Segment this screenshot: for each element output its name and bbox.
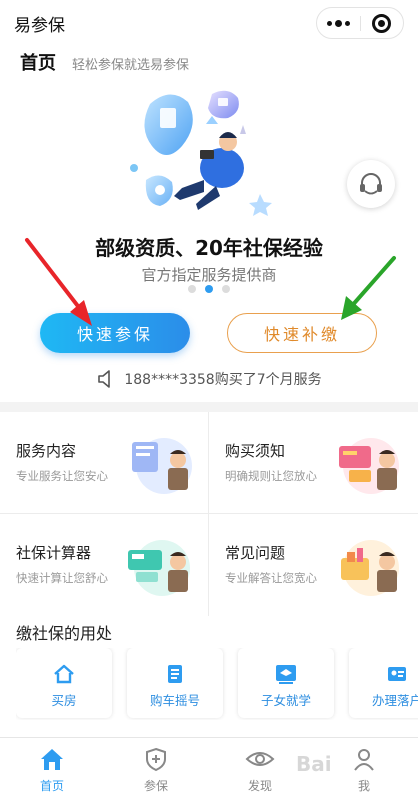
notice-text: 188****3358购买了7个月服务: [124, 372, 322, 388]
page-header: 首页 轻松参保就选易参保: [0, 46, 418, 76]
banner-title: 部级资质、20年社保经验: [95, 236, 323, 260]
use-card-school[interactable]: 子女就学: [238, 648, 334, 718]
document-icon: [168, 665, 182, 683]
mini-program-capsule: [316, 7, 404, 39]
carousel-dot[interactable]: [222, 285, 230, 293]
banner-illustration[interactable]: [100, 84, 300, 236]
service-desc: 明确规则让您放心: [225, 469, 317, 483]
faq-illustration: [341, 540, 399, 596]
purchase-notice: 188****3358购买了7个月服务: [0, 366, 418, 392]
calculator-illustration: [128, 540, 190, 596]
use-card-house[interactable]: 买房: [16, 648, 112, 718]
uses-section-title: 缴社保的用处: [16, 624, 113, 643]
user-icon: [354, 749, 374, 771]
more-options-icon[interactable]: [317, 8, 360, 38]
home-icon: [41, 749, 63, 770]
shield-plus-icon: [146, 747, 166, 772]
tab-insure[interactable]: 参保: [104, 744, 208, 799]
grid-divider-horizontal: [0, 513, 418, 514]
speaker-icon: [98, 370, 111, 388]
uses-list: 买房 购车摇号 子女就学 办理落户: [16, 648, 418, 720]
service-content-illustration: [132, 438, 192, 494]
quick-pay-button[interactable]: 快速补缴: [227, 313, 377, 353]
purchase-notice-illustration: [339, 438, 399, 494]
section-separator: [0, 402, 418, 412]
tab-label: 我: [357, 779, 370, 793]
services-grid: 服务内容 专业服务让您安心 购买须知 明确规则让您放心 社保计算器 快速计算让您…: [0, 412, 418, 616]
service-card-content[interactable]: 服务内容 专业服务让您安心: [0, 412, 208, 513]
service-title: 购买须知: [225, 442, 286, 460]
grid-divider-vertical: [208, 412, 209, 616]
carousel-indicator: [185, 285, 233, 295]
page-title: 首页: [20, 53, 56, 74]
app-title: 易参保: [14, 16, 65, 36]
bottom-tab-bar: 首页 参保 发现 我: [0, 737, 418, 800]
service-desc: 快速计算让您舒心: [16, 571, 108, 585]
top-bar: 易参保: [0, 0, 418, 44]
use-card-household[interactable]: 办理落户: [349, 648, 418, 718]
graduation-cap-icon: [276, 665, 296, 684]
use-card-car-lottery[interactable]: 购车摇号: [127, 648, 223, 718]
eye-icon: [245, 752, 275, 766]
use-label: 买房: [51, 693, 77, 708]
headset-icon: [360, 173, 382, 195]
banner-subtitle: 官方指定服务提供商: [141, 266, 277, 284]
tab-label: 发现: [247, 779, 272, 793]
service-card-calculator[interactable]: 社保计算器 快速计算让您舒心: [0, 514, 208, 615]
service-title: 常见问题: [225, 544, 286, 562]
use-label: 购车摇号: [149, 693, 200, 708]
tab-label: 参保: [143, 779, 168, 793]
service-card-notice[interactable]: 购买须知 明确规则让您放心: [209, 412, 417, 513]
tab-home[interactable]: 首页: [0, 744, 104, 799]
service-card-faq[interactable]: 常见问题 专业解答让您宽心: [209, 514, 417, 615]
use-label: 子女就学: [260, 693, 311, 708]
carousel-dot-active[interactable]: [205, 285, 213, 293]
close-mini-program-icon[interactable]: [360, 8, 403, 38]
page-subtitle: 轻松参保就选易参保: [72, 58, 190, 73]
customer-service-button[interactable]: [347, 160, 395, 208]
use-label: 办理落户: [371, 693, 418, 708]
carousel-dot[interactable]: [188, 285, 196, 293]
quick-insure-button[interactable]: 快速参保: [40, 313, 190, 353]
service-title: 服务内容: [16, 442, 77, 460]
service-desc: 专业解答让您宽心: [225, 571, 317, 585]
id-card-icon: [388, 667, 406, 681]
house-icon: [54, 664, 74, 684]
service-desc: 专业服务让您安心: [16, 469, 108, 483]
service-title: 社保计算器: [16, 544, 92, 562]
tab-label: 首页: [39, 779, 64, 793]
watermark: Bai: [296, 752, 332, 776]
